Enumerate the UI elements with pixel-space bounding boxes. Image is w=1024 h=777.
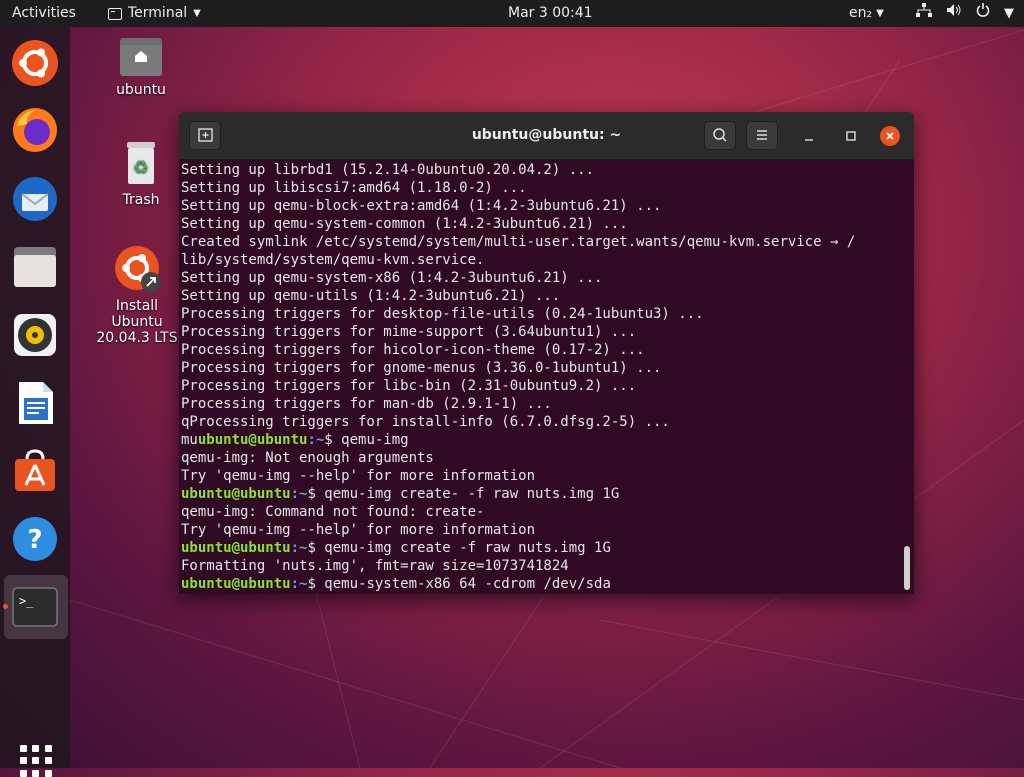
terminal-line: Setting up qemu-system-x86 (1:4.2-3ubunt… bbox=[181, 270, 603, 286]
chevron-down-icon: ▼ bbox=[1004, 6, 1014, 21]
terminal-cmd: $ qemu-img bbox=[324, 432, 409, 448]
language-label: en₂ bbox=[849, 5, 873, 21]
terminal-cmd: $ qemu-img create -f raw nuts.img 1G bbox=[307, 540, 611, 556]
terminal-line: Setting up qemu-utils (1:4.2-3ubuntu6.21… bbox=[181, 288, 561, 304]
volume-icon bbox=[946, 0, 962, 27]
maximize-button[interactable] bbox=[841, 126, 861, 146]
terminal-line: Processing triggers for libc-bin (2.31-0… bbox=[181, 378, 637, 394]
dock: ? >_ bbox=[0, 27, 70, 777]
svg-text:♻: ♻ bbox=[133, 157, 149, 178]
writer-icon[interactable] bbox=[11, 379, 59, 427]
new-tab-button[interactable] bbox=[189, 121, 221, 150]
trash-label: Trash bbox=[122, 192, 160, 208]
terminal-line: Setting up qemu-system-common (1:4.2-3ub… bbox=[181, 216, 628, 232]
terminal-cmd: $ qemu-img create- -f raw nuts.img 1G bbox=[307, 486, 620, 502]
app-menu[interactable]: Terminal ▼ bbox=[108, 0, 201, 27]
terminal-prompt-user: ubuntu@ubuntu bbox=[181, 540, 291, 556]
software-icon[interactable] bbox=[11, 447, 59, 495]
terminal-cmd: $ qemu-system-x86_64 -cdrom /dev/sda bbox=[307, 576, 611, 591]
terminal-line: Processing triggers for desktop-file-uti… bbox=[181, 306, 704, 322]
hamburger-menu-button[interactable] bbox=[746, 121, 778, 150]
chevron-down-icon: ▼ bbox=[876, 8, 884, 19]
svg-text:>_: >_ bbox=[19, 594, 34, 608]
terminal-line: Formatting 'nuts.img', fmt=raw size=1073… bbox=[181, 558, 569, 574]
terminal-prompt-user: ubuntu@ubuntu bbox=[181, 486, 291, 502]
terminal-prompt-path: :~ bbox=[290, 576, 308, 591]
terminal-line: muubuntu@ubuntu:~$ qemu-img bbox=[181, 431, 899, 449]
close-button[interactable] bbox=[880, 126, 900, 146]
terminal-window[interactable]: ubuntu@ubuntu: ~ Setting up librbd1 (15.… bbox=[179, 112, 914, 594]
terminal-line: Processing triggers for gnome-menus (3.3… bbox=[181, 360, 662, 376]
terminal-prompt-user: ubuntu@ubuntu bbox=[181, 576, 291, 591]
terminal-prompt-path: :~ bbox=[307, 432, 325, 448]
search-button[interactable] bbox=[704, 121, 736, 150]
minimize-button[interactable] bbox=[799, 126, 819, 146]
terminal-line: Setting up librbd1 (15.2.14-0ubuntu0.20.… bbox=[181, 162, 595, 178]
rhythmbox-icon[interactable] bbox=[11, 311, 59, 359]
ubuntu-icon[interactable] bbox=[11, 39, 59, 87]
terminal-line: lib/systemd/system/qemu-kvm.service. bbox=[181, 252, 485, 268]
running-indicator bbox=[3, 604, 8, 609]
help-icon[interactable]: ? bbox=[11, 515, 59, 563]
terminal-line: ubuntu@ubuntu:~$ qemu-img create- -f raw… bbox=[181, 485, 899, 503]
terminal-small-icon bbox=[108, 7, 122, 20]
terminal-line: qemu-img: Not enough arguments bbox=[181, 450, 434, 466]
power-icon bbox=[976, 0, 990, 27]
terminal-line: Setting up libiscsi7:amd64 (1.18.0-2) ..… bbox=[181, 180, 527, 196]
app-menu-label: Terminal bbox=[128, 5, 188, 21]
terminal-output[interactable]: Setting up librbd1 (15.2.14-0ubuntu0.20.… bbox=[181, 161, 899, 591]
terminal-icon[interactable]: >_ bbox=[11, 583, 59, 631]
terminal-line: ubuntu@ubuntu:~$ qemu-img create -f raw … bbox=[181, 539, 899, 557]
terminal-prompt-path: :~ bbox=[290, 540, 308, 556]
terminal-scrollbar[interactable] bbox=[904, 546, 910, 590]
terminal-line: qProcessing triggers for install-info (6… bbox=[181, 414, 670, 430]
chevron-down-icon: ▼ bbox=[193, 8, 201, 19]
terminal-line: Try 'qemu-img --help' for more informati… bbox=[181, 468, 536, 484]
clock[interactable]: Mar 3 00:41 bbox=[508, 0, 593, 27]
firefox-icon[interactable] bbox=[11, 106, 59, 154]
terminal-line: Try 'qemu-img --help' for more informati… bbox=[181, 522, 536, 538]
terminal-line: Processing triggers for mime-support (3.… bbox=[181, 324, 637, 340]
terminal-line: Created symlink /etc/systemd/system/mult… bbox=[181, 234, 856, 250]
install-ubuntu-label-2: 20.04.3 LTS bbox=[96, 330, 178, 346]
terminal-line: Setting up qemu-block-extra:amd64 (1:4.2… bbox=[181, 198, 662, 214]
terminal-line: Processing triggers for hicolor-icon-the… bbox=[181, 342, 645, 358]
files-icon[interactable] bbox=[11, 243, 59, 291]
thunderbird-icon[interactable] bbox=[11, 175, 59, 223]
home-folder-label: ubuntu bbox=[116, 82, 166, 98]
trash-icon[interactable]: ♻ Trash bbox=[112, 140, 170, 208]
activities-button[interactable]: Activities bbox=[12, 0, 76, 27]
top-bar: Activities Terminal ▼ Mar 3 00:41 en₂ ▼ … bbox=[0, 0, 1024, 27]
system-menu[interactable]: ▼ bbox=[916, 0, 1014, 27]
language-menu[interactable]: en₂ ▼ bbox=[849, 0, 884, 27]
network-icon bbox=[916, 0, 932, 27]
install-ubuntu-label-1: Install Ubuntu bbox=[111, 298, 163, 330]
terminal-prompt-path: :~ bbox=[290, 486, 308, 502]
install-ubuntu-icon[interactable]: Install Ubuntu 20.04.3 LTS bbox=[92, 244, 182, 346]
home-folder-icon[interactable]: ubuntu bbox=[112, 36, 170, 98]
terminal-prompt-user: ubuntu@ubuntu bbox=[197, 432, 308, 448]
show-applications-button[interactable] bbox=[20, 745, 52, 777]
terminal-header-bar[interactable]: ubuntu@ubuntu: ~ bbox=[179, 112, 914, 160]
terminal-prefix: mu bbox=[181, 432, 198, 448]
svg-text:?: ? bbox=[27, 525, 42, 555]
terminal-line: ubuntu@ubuntu:~$ qemu-system-x86_64 -cdr… bbox=[181, 575, 899, 591]
terminal-line: Processing triggers for man-db (2.9.1-1)… bbox=[181, 396, 552, 412]
terminal-line: qemu-img: Command not found: create- bbox=[181, 504, 485, 520]
